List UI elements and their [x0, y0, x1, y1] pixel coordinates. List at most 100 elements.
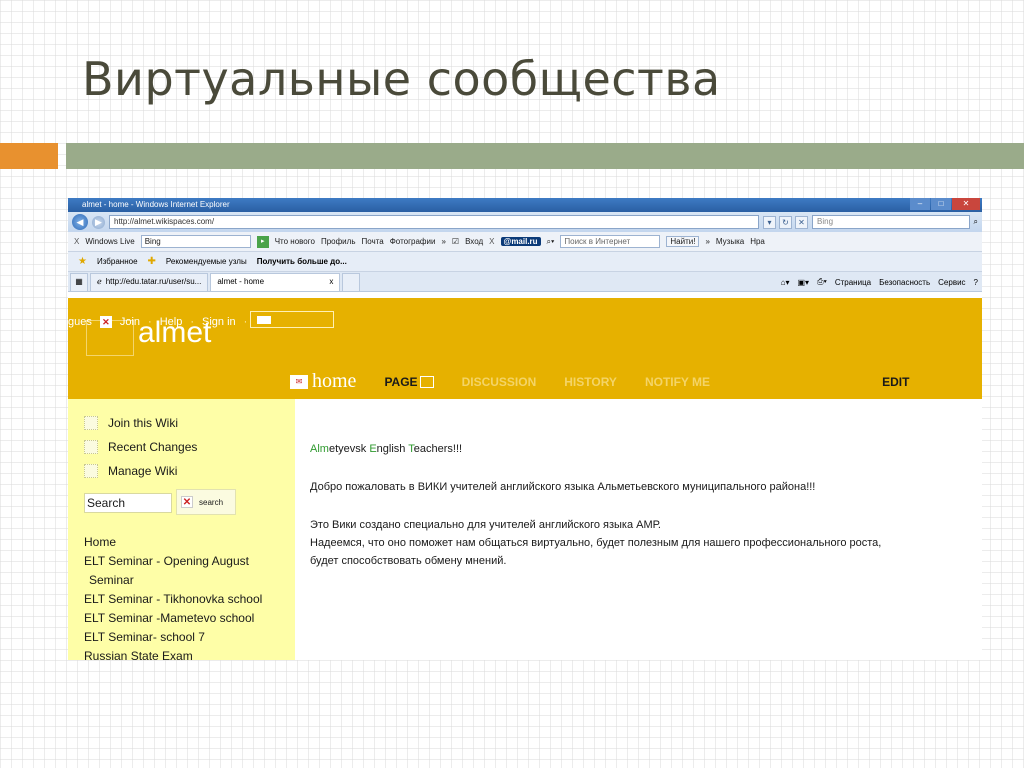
toolbar-more-icon[interactable]: » [441, 237, 445, 246]
windows-live-button[interactable]: Windows Live [85, 237, 134, 246]
broken-image-icon: ✕ [181, 496, 193, 508]
toolbar-more-icon-2[interactable]: » [705, 237, 709, 246]
live-search-input[interactable]: Bing [140, 235, 251, 248]
help-icon[interactable]: ? [974, 278, 978, 287]
print-icon[interactable]: ⎙▾ [817, 277, 827, 287]
changes-icon [84, 440, 98, 454]
tab-label: almet - home [217, 277, 265, 286]
heading-part: Alm [310, 443, 329, 455]
tab-almet-home[interactable]: almet - home x [210, 272, 341, 291]
guest-label: gues [68, 316, 92, 328]
favorites-button[interactable]: Избранное [97, 257, 138, 266]
forward-button[interactable]: ▶ [92, 215, 105, 229]
wiki-nav: ✉ home PAGE DISCUSSION HISTORY NOTIFY ME… [290, 370, 909, 393]
join-link[interactable]: Join [120, 316, 140, 328]
address-bar-row: ◀ ▶ http://almet.wikispaces.com/ ▾ ↻ ✕ B… [68, 212, 982, 232]
nav-link-elt-opening[interactable]: ELT Seminar - Opening August [84, 552, 262, 571]
music-button[interactable]: Музыка [716, 237, 744, 246]
nav-notify[interactable]: NOTIFY ME [645, 375, 710, 389]
quick-tabs-icon[interactable]: ▦ [70, 272, 88, 291]
windows-live-toolbar: X Windows Live Bing ▸ Что нового Профиль… [68, 232, 982, 252]
hr-button[interactable]: Нра [750, 237, 765, 246]
heading-part: eachers!!! [413, 443, 463, 455]
recent-changes-link[interactable]: Recent Changes [84, 440, 197, 454]
live-link-whats-new[interactable]: Что нового [275, 237, 315, 246]
window-title: almet - home - Windows Internet Explorer [82, 200, 230, 209]
toolbar-close-icon[interactable]: X [74, 237, 79, 246]
back-button[interactable]: ◀ [72, 214, 88, 230]
content-heading: Almetyevsk English Teachers!!! [310, 440, 970, 458]
find-button[interactable]: Найти! [666, 236, 700, 247]
join-wiki-link[interactable]: Join this Wiki [84, 416, 178, 430]
help-link[interactable]: Help [160, 316, 183, 328]
internet-search-input[interactable]: Поиск в Интернет [560, 235, 661, 248]
nav-link-elt-tikhonovka[interactable]: ELT Seminar - Tikhonovka school [84, 590, 262, 609]
mailru-logo[interactable]: @mail.ru [500, 237, 541, 246]
nav-link-state-exam[interactable]: Russian State Exam [84, 647, 262, 660]
broken-image-icon: ✕ [99, 316, 112, 328]
page-menu[interactable]: Страница [835, 278, 871, 287]
mailru-close-icon[interactable]: X [489, 237, 494, 246]
slide-title: Виртуальные сообщества [82, 52, 721, 106]
manage-wiki-link[interactable]: Manage Wiki [84, 464, 177, 478]
wiki-sidebar: Join this Wiki Recent Changes Manage Wik… [68, 399, 295, 660]
nav-discussion[interactable]: DISCUSSION [462, 375, 537, 389]
safety-menu[interactable]: Безопасность [879, 278, 930, 287]
nav-page[interactable]: PAGE [384, 375, 434, 389]
nav-link-elt-opening-cont[interactable]: Seminar [84, 571, 262, 590]
home-label: home [312, 370, 357, 392]
checkbox-icon[interactable]: ☑ [452, 237, 459, 246]
rss-icon[interactable]: ▣▾ [798, 278, 810, 287]
live-search-go-icon[interactable]: ▸ [256, 235, 269, 248]
live-link-photos[interactable]: Фотографии [390, 237, 436, 246]
manage-icon [84, 464, 98, 478]
browser-screenshot: almet - home - Windows Internet Explorer… [68, 198, 982, 660]
search-dropdown-icon[interactable]: ⌕▾ [547, 237, 555, 247]
nav-edit[interactable]: EDIT [882, 375, 909, 389]
add-favorite-icon[interactable]: ✚ [148, 256, 156, 267]
content-line-1: Это Вики создано специально для учителей… [310, 519, 661, 531]
page-home-title[interactable]: ✉ home [290, 370, 356, 393]
live-link-profile[interactable]: Профиль [321, 237, 356, 246]
minimize-button[interactable]: – [910, 198, 930, 210]
recommended-sites-link[interactable]: Рекомендуемые узлы [166, 257, 247, 266]
tools-menu[interactable]: Сервис [938, 278, 965, 287]
stop-icon[interactable]: ✕ [795, 215, 808, 229]
maximize-button[interactable]: □ [931, 198, 951, 210]
nav-history[interactable]: HISTORY [564, 375, 617, 389]
nav-link-elt-school7[interactable]: ELT Seminar- school 7 [84, 628, 262, 647]
heading-part: E [369, 443, 377, 455]
heading-part: nglish [376, 443, 409, 455]
accent-bar-green [66, 143, 1024, 169]
ie-page-icon: ℯ [97, 277, 102, 286]
favorites-bar: ★ Избранное ✚ Рекомендуемые узлы Получит… [68, 252, 982, 272]
nav-link-home[interactable]: Home [84, 533, 262, 552]
new-tab-button[interactable] [342, 272, 361, 291]
welcome-text: Добро пожаловать в ВИКИ учителей английс… [310, 481, 816, 493]
wiki-search-input[interactable]: Search [84, 493, 172, 513]
page-icon: ✉ [290, 374, 308, 389]
join-icon [84, 416, 98, 430]
refresh-icon[interactable]: ↻ [779, 215, 792, 229]
compat-view-icon[interactable]: ▾ [763, 215, 776, 229]
get-more-addons-link[interactable]: Получить больше до... [257, 257, 347, 266]
user-input[interactable] [250, 311, 334, 328]
window-titlebar: almet - home - Windows Internet Explorer… [68, 198, 982, 212]
favorites-star-icon: ★ [78, 256, 87, 267]
search-icon[interactable]: ⌕ [974, 217, 978, 227]
tab-edu-tatar[interactable]: ℯ http://edu.tatar.ru/user/su... [90, 272, 209, 291]
content-line-3: будет способствовать обмену мнений. [310, 555, 507, 567]
sign-in-link[interactable]: Sign in [202, 316, 236, 328]
live-link-mail[interactable]: Почта [362, 237, 384, 246]
address-input[interactable]: http://almet.wikispaces.com/ [109, 215, 759, 229]
tab-strip: ▦ ℯ http://edu.tatar.ru/user/su... almet… [68, 272, 982, 292]
wiki-search-button[interactable]: ✕ search [176, 489, 236, 515]
search-bing-input[interactable]: Bing [812, 215, 970, 229]
close-window-button[interactable]: ✕ [952, 198, 980, 210]
login-link[interactable]: Вход [465, 237, 483, 246]
link-label: Join this Wiki [108, 416, 179, 430]
home-icon[interactable]: ⌂▾ [781, 278, 790, 287]
nav-link-elt-mametevo[interactable]: ELT Seminar -Mametevo school [84, 609, 262, 628]
tab-close-icon[interactable]: x [329, 273, 333, 291]
link-label: Manage Wiki [108, 464, 178, 478]
